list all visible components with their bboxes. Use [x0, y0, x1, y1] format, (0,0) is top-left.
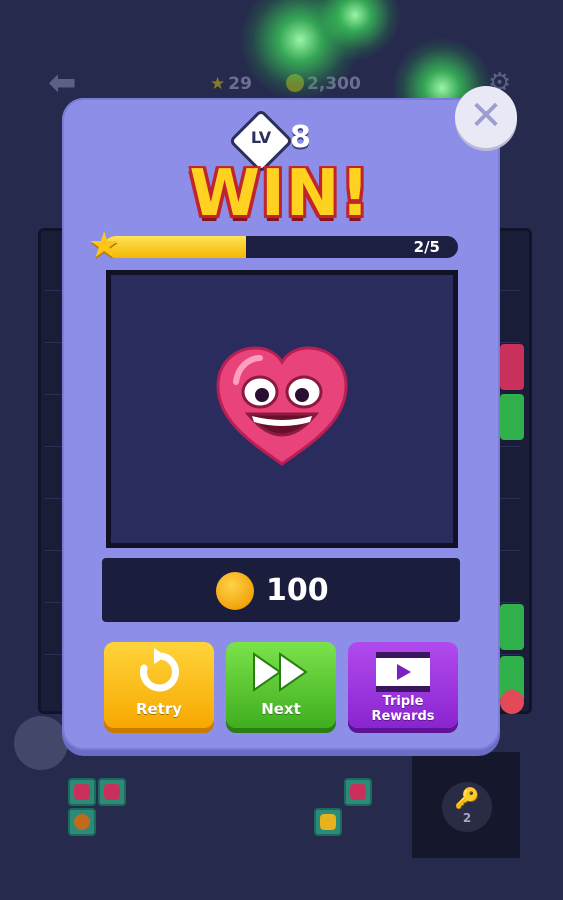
triple-rewards-label: Triple Rewards [371, 694, 435, 724]
next-button[interactable]: Next [226, 642, 336, 728]
triple-rewards-button[interactable]: Triple Rewards [348, 642, 458, 728]
close-button[interactable]: ✕ [455, 86, 517, 148]
level-number: 8 [290, 120, 311, 155]
key-count: 2 [462, 811, 472, 825]
key-booster[interactable]: 🔑 2 [442, 782, 492, 832]
key-icon: 🔑 [454, 786, 480, 810]
bomb-icon [500, 690, 524, 714]
back-arrow-icon[interactable]: ⬅ [48, 66, 77, 100]
retry-button[interactable]: Retry [104, 642, 214, 728]
close-icon: ✕ [469, 93, 503, 139]
star-count: 29 [228, 74, 252, 94]
progress-text: 2/5 [413, 238, 440, 256]
board-gem-pink [500, 344, 524, 390]
star-counter: ★ 29 [210, 74, 252, 94]
coin-icon [216, 572, 254, 610]
retry-label: Retry [135, 700, 183, 718]
reward-amount: 100 [266, 573, 329, 608]
video-ad-icon [376, 652, 430, 692]
progress-fill [104, 236, 246, 258]
tray-tile [314, 808, 342, 836]
board-gem-green [500, 394, 524, 440]
next-label: Next [261, 700, 301, 718]
fast-forward-icon [253, 652, 308, 692]
win-title: WIN! [189, 157, 371, 231]
lock-icon [14, 716, 68, 770]
level-label: LV [250, 128, 272, 147]
tray-tile [68, 808, 96, 836]
retry-icon [140, 648, 179, 692]
star-icon: ★ [88, 225, 121, 266]
tray-tile [68, 778, 96, 806]
tray-tile [344, 778, 372, 806]
star-icon: ★ [210, 74, 226, 94]
heart-face-icon [214, 346, 350, 468]
tray-tile [98, 778, 126, 806]
board-gem-green [500, 604, 524, 650]
